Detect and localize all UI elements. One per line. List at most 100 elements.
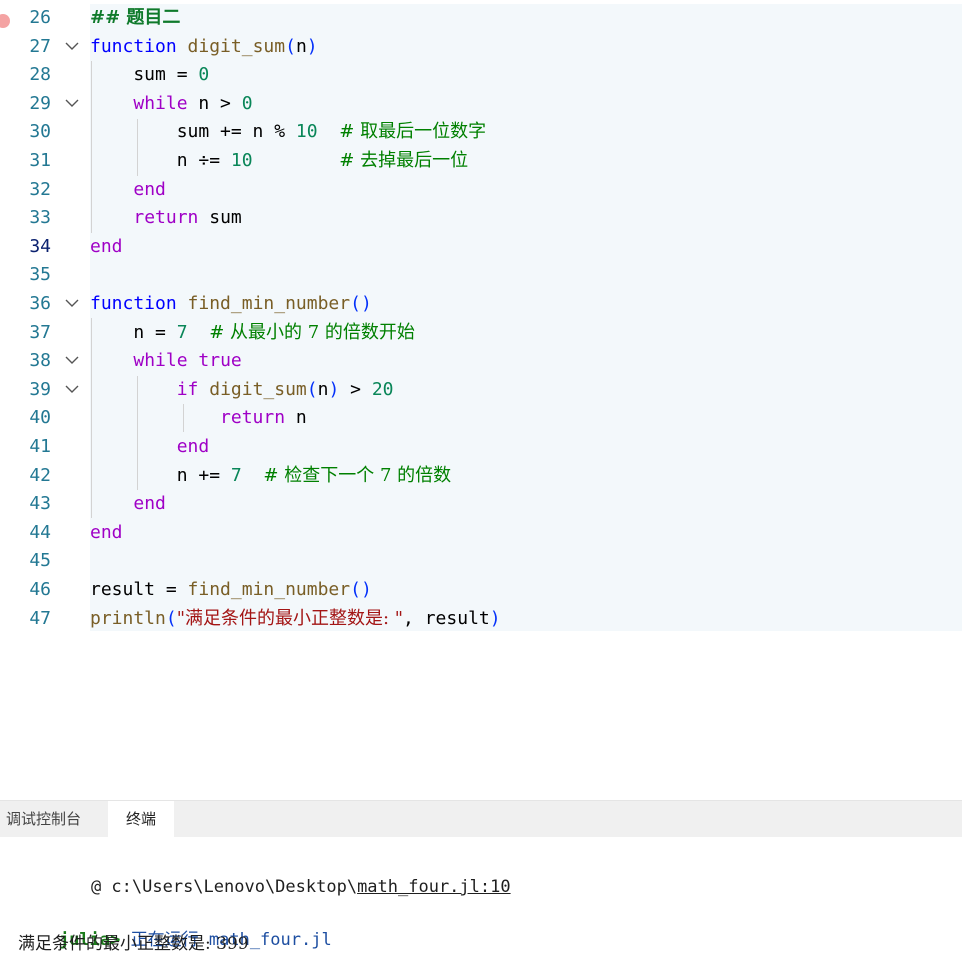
line-number: 41	[29, 436, 51, 457]
code-line[interactable]: 43 end	[0, 490, 962, 519]
code-token: (	[285, 35, 296, 57]
code-token: while	[133, 350, 188, 372]
code-token: end	[133, 493, 166, 515]
code-line[interactable]: 40 return n	[0, 404, 962, 433]
code-text[interactable]: function find_min_number()	[90, 290, 372, 319]
code-line[interactable]: 44 end	[0, 519, 962, 548]
code-token: function	[90, 35, 177, 57]
code-text[interactable]: ## 题目二	[90, 4, 180, 33]
code-token: n =	[90, 321, 177, 343]
line-number: 31	[29, 150, 51, 171]
code-line[interactable]: 36 function find_min_number()	[0, 290, 962, 319]
code-token: # 从最小的 7 的倍数开始	[209, 321, 415, 343]
code-token: n	[285, 407, 307, 429]
code-line[interactable]: 30 sum += n % 10 # 取最后一位数字	[0, 118, 962, 147]
code-text[interactable]: sum = 0	[90, 61, 209, 90]
code-text[interactable]: end	[90, 433, 210, 462]
code-text[interactable]: println("满足条件的最小正整数是: ", result)	[90, 605, 501, 634]
code-line[interactable]: 26 ## 题目二	[0, 4, 962, 33]
fold-chevron-icon[interactable]	[64, 90, 80, 119]
code-token: ()	[350, 579, 372, 600]
code-text[interactable]: if digit_sum(n) > 20	[90, 376, 394, 405]
code-editor[interactable]: 26 ## 题目二 27 function digit_sum(n) 28 sum = …	[0, 0, 962, 632]
code-text[interactable]: return sum	[90, 204, 241, 233]
fold-chevron-icon[interactable]	[64, 376, 80, 405]
code-text[interactable]: sum += n % 10 # 取最后一位数字	[90, 118, 486, 147]
code-token: (	[165, 607, 177, 629]
fold-chevron-icon[interactable]	[64, 290, 80, 319]
code-line[interactable]: 32 end	[0, 176, 962, 205]
code-text[interactable]: function digit_sum(n)	[90, 33, 318, 62]
code-line[interactable]: 38 while true	[0, 347, 962, 376]
fold-chevron-icon[interactable]	[64, 33, 80, 62]
code-text[interactable]: end	[90, 490, 166, 519]
line-number: 28	[29, 64, 51, 86]
tab-debug-console[interactable]: 调试控制台	[0, 801, 87, 837]
code-text[interactable]: end	[90, 176, 166, 205]
code-line[interactable]: 27 function digit_sum(n)	[0, 33, 962, 62]
code-line[interactable]: 39 if digit_sum(n) > 20	[0, 376, 962, 405]
code-token: n >	[187, 92, 242, 114]
code-text[interactable]: end	[90, 233, 123, 262]
code-line[interactable]: 41 end	[0, 433, 962, 462]
code-line[interactable]: 46 result = find_min_number()	[0, 576, 962, 605]
code-token: if	[176, 378, 199, 400]
code-line[interactable]: 47 println("满足条件的最小正整数是: ", result)	[0, 605, 962, 634]
code-text[interactable]: n ÷= 10 # 去掉最后一位	[90, 147, 468, 176]
code-token: n	[317, 378, 329, 400]
code-token: return	[220, 407, 286, 429]
code-token: n	[295, 35, 307, 57]
code-line[interactable]: 42 n += 7 # 检查下一个 7 的倍数	[0, 462, 962, 491]
line-number: 36	[29, 293, 51, 314]
tab-terminal[interactable]: 终端	[108, 801, 174, 837]
line-number: 40	[29, 407, 51, 429]
code-line[interactable]: 37 n = 7 # 从最小的 7 的倍数开始	[0, 319, 962, 348]
code-token: find_min_number	[187, 293, 351, 314]
code-line[interactable]: 33 return sum	[0, 204, 962, 233]
code-text[interactable]: result = find_min_number()	[90, 576, 372, 605]
terminal-output: 满足条件的最小正整数是: 399	[18, 934, 249, 954]
code-text[interactable]: while true	[90, 347, 241, 376]
code-token: )	[328, 378, 340, 400]
code-line[interactable]: 34 end	[0, 233, 962, 262]
code-line[interactable]: 29 while n > 0	[0, 90, 962, 119]
code-token: find_min_number	[187, 579, 351, 600]
line-number: 34	[29, 235, 51, 257]
line-number: 43	[29, 493, 51, 515]
code-token: sum =	[90, 64, 199, 86]
code-line[interactable]: 28 sum = 0	[0, 61, 962, 90]
code-token: >	[339, 378, 372, 400]
code-text[interactable]: return n	[90, 404, 307, 433]
code-token: # 检查下一个 7 的倍数	[263, 464, 452, 486]
code-text[interactable]: n = 7 # 从最小的 7 的倍数开始	[90, 319, 415, 348]
code-token: sum += n %	[90, 121, 296, 143]
code-token: n ÷=	[90, 150, 231, 171]
code-token: # 取最后一位数字	[339, 121, 487, 143]
code-token: while	[133, 92, 188, 114]
code-text[interactable]: n += 7 # 检查下一个 7 的倍数	[90, 462, 451, 491]
terminal-file-link[interactable]: math_four.jl:10	[357, 877, 511, 897]
line-number: 46	[29, 579, 51, 600]
code-token: 0	[198, 64, 210, 86]
code-text[interactable]: end	[90, 519, 123, 548]
line-number: 37	[29, 321, 51, 343]
code-text[interactable]: while n > 0	[90, 90, 252, 119]
code-token: , result	[403, 607, 490, 629]
code-line[interactable]: 35	[0, 261, 962, 290]
code-line[interactable]: 45	[0, 547, 962, 576]
fold-chevron-icon[interactable]	[64, 347, 80, 376]
code-line[interactable]: 31 n ÷= 10 # 去掉最后一位	[0, 147, 962, 176]
code-token: end	[90, 235, 123, 257]
line-number: 39	[29, 378, 51, 400]
